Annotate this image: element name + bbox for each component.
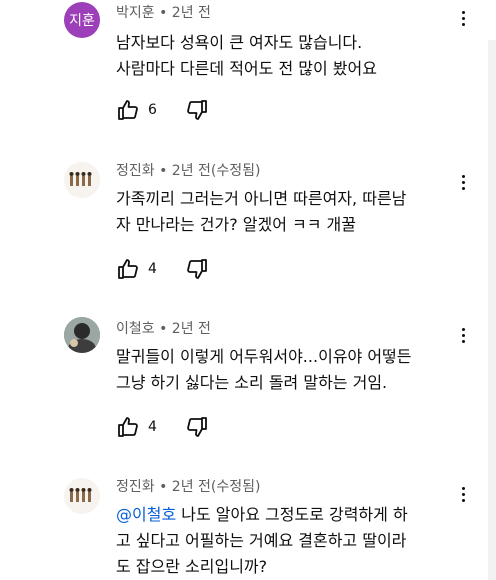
thumb-down-icon[interactable]: [185, 257, 209, 281]
avatar[interactable]: [64, 162, 100, 198]
avatar[interactable]: 지훈: [64, 2, 100, 38]
thumb-up-icon[interactable]: [116, 415, 140, 439]
like-count: 4: [148, 419, 157, 435]
more-vert-icon[interactable]: [455, 6, 471, 30]
comment-line: 자 만나라는 건가? 알겠어 ㅋㅋ 개꿀: [116, 215, 357, 234]
comment-line: 가족끼리 그러는거 아니면 따른여자, 따른남: [116, 189, 407, 208]
comment-actions: 6: [116, 98, 209, 122]
comment-text: 말귀들이 이렇게 어두워서야...이유야 어떻든 그냥 하기 싫다는 소리 돌려…: [116, 344, 456, 396]
comment-actions: 4: [116, 415, 209, 439]
comment-meta[interactable]: 정진화 • 2년 전(수정됨): [116, 476, 260, 496]
like-count: 6: [148, 102, 157, 118]
comment-actions: 4: [116, 257, 209, 281]
comment-text: 남자보다 성욕이 큰 여자도 많습니다. 사람마다 다른데 적어도 전 많이 봤…: [116, 30, 456, 82]
comment-line: 사람마다 다른데 적어도 전 많이 봤어요: [116, 59, 377, 78]
comment-meta[interactable]: 정진화 • 2년 전(수정됨): [116, 160, 260, 180]
scrollbar-track[interactable]: [488, 40, 496, 580]
comment-line: 남자보다 성욕이 큰 여자도 많습니다.: [116, 33, 363, 52]
thumb-down-icon[interactable]: [185, 415, 209, 439]
avatar[interactable]: [64, 317, 100, 353]
avatar-image: [69, 488, 92, 502]
comment-line: 도 잡으란 소리입니까?: [116, 557, 268, 576]
comment-line-text: 나도 알아요 그정도로 강력하게 하: [176, 505, 408, 524]
mention-link[interactable]: @이철호: [116, 505, 176, 524]
comment-line: 고 싶다고 어필하는 거예요 결혼하고 딸이라: [116, 531, 407, 550]
comment-meta[interactable]: 박지훈 • 2년 전: [116, 2, 211, 22]
comment-text: @이철호 나도 알아요 그정도로 강력하게 하 고 싶다고 어필하는 거예요 결…: [116, 502, 456, 580]
comment-line: 그냥 하기 싫다는 소리 돌려 말하는 거임.: [116, 373, 388, 392]
comment-text: 가족끼리 그러는거 아니면 따른여자, 따른남 자 만나라는 건가? 알겠어 ㅋ…: [116, 186, 456, 238]
avatar[interactable]: [64, 478, 100, 514]
more-vert-icon[interactable]: [455, 323, 471, 347]
like-count: 4: [148, 261, 157, 277]
comment-line: @이철호 나도 알아요 그정도로 강력하게 하: [116, 502, 456, 528]
more-vert-icon[interactable]: [455, 170, 471, 194]
comment-meta[interactable]: 이철호 • 2년 전: [116, 318, 211, 338]
thumb-up-icon[interactable]: [116, 98, 140, 122]
comment-line: 말귀들이 이렇게 어두워서야...이유야 어떻든: [116, 347, 412, 366]
more-vert-icon[interactable]: [455, 482, 471, 506]
thumb-down-icon[interactable]: [185, 98, 209, 122]
avatar-image: [64, 317, 100, 353]
avatar-initials: 지훈: [69, 13, 95, 29]
thumb-up-icon[interactable]: [116, 257, 140, 281]
avatar-image: [69, 172, 92, 186]
